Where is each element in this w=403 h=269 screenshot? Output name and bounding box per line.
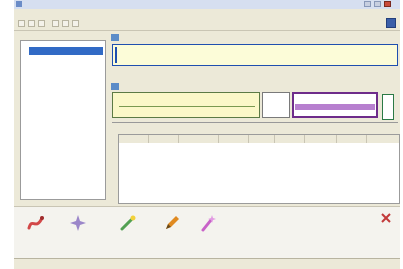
action-sparkle-button[interactable]	[60, 211, 96, 255]
panel-1-content[interactable]	[112, 44, 398, 66]
action-magic-button[interactable]	[190, 211, 226, 255]
table-row[interactable]	[119, 165, 399, 173]
table-cell	[121, 155, 149, 163]
table-row[interactable]	[119, 155, 399, 163]
toolbar-button[interactable]	[18, 20, 25, 27]
table-cell	[369, 155, 399, 163]
panel-marker	[115, 47, 117, 63]
status-bar	[14, 258, 400, 269]
panel-2-content	[112, 92, 398, 122]
table-cell	[121, 165, 149, 173]
panel-header-1	[108, 33, 396, 43]
selection-fill	[295, 104, 375, 110]
table-cell	[181, 165, 219, 173]
toolbar-button[interactable]	[38, 20, 45, 27]
magic-icon	[201, 215, 216, 232]
toolbar-button[interactable]	[62, 20, 69, 27]
table-cell	[221, 155, 249, 163]
table-cell	[251, 165, 275, 173]
maximize-button[interactable]	[374, 1, 381, 7]
pencil-icon	[166, 216, 179, 229]
panel-icon	[111, 83, 119, 90]
menu-bar	[14, 9, 400, 18]
close-icon[interactable]	[380, 212, 392, 224]
action-wand-button[interactable]	[110, 211, 146, 255]
column-header[interactable]	[275, 135, 305, 143]
table-row[interactable]	[119, 145, 399, 153]
column-header[interactable]	[219, 135, 249, 143]
table-cell	[251, 145, 275, 153]
sparkle-icon	[70, 215, 86, 231]
action-snake-button[interactable]	[18, 211, 54, 255]
toolbar-button[interactable]	[72, 20, 79, 27]
table-cell	[121, 145, 149, 153]
toolbar	[14, 18, 400, 31]
gap-region[interactable]	[262, 92, 290, 118]
tree-item[interactable]	[29, 47, 103, 55]
action-pencil-button[interactable]	[154, 211, 190, 255]
table-cell	[369, 145, 399, 153]
panel-header-2	[108, 82, 396, 92]
table-cell	[277, 145, 305, 153]
toolbar-button[interactable]	[52, 20, 59, 27]
column-header[interactable]	[305, 135, 337, 143]
table-cell	[151, 145, 179, 153]
table-cell	[151, 165, 179, 173]
close-button[interactable]	[384, 1, 391, 7]
column-header[interactable]	[179, 135, 219, 143]
table-cell	[307, 165, 337, 173]
track-region[interactable]	[112, 92, 260, 118]
column-header[interactable]	[149, 135, 179, 143]
table-cell	[307, 155, 337, 163]
column-header[interactable]	[119, 135, 149, 143]
minimize-button[interactable]	[364, 1, 371, 7]
table-cell	[339, 155, 367, 163]
table-cell	[251, 155, 275, 163]
table-cell	[221, 145, 249, 153]
column-header[interactable]	[367, 135, 399, 143]
data-table	[118, 134, 400, 204]
table-cell	[277, 165, 305, 173]
table-cell	[277, 155, 305, 163]
table-cell	[221, 165, 249, 173]
selected-region[interactable]	[292, 92, 378, 118]
table-cell	[307, 145, 337, 153]
help-button[interactable]	[386, 18, 396, 28]
table-cell	[339, 165, 367, 173]
navigation-tree[interactable]	[20, 40, 106, 200]
action-bar	[14, 206, 400, 259]
track-line	[119, 106, 255, 107]
toolbar-button[interactable]	[28, 20, 35, 27]
app-window	[14, 0, 400, 269]
panel-icon	[111, 34, 119, 41]
table-cell	[369, 165, 399, 173]
title-bar	[14, 0, 400, 9]
app-icon	[16, 1, 22, 7]
scroll-handle[interactable]	[382, 94, 394, 120]
table-cell	[181, 155, 219, 163]
table-cell	[339, 145, 367, 153]
timeline-ruler	[112, 122, 398, 131]
column-header[interactable]	[337, 135, 367, 143]
wand-icon	[120, 215, 136, 231]
table-cell	[151, 155, 179, 163]
snake-icon	[27, 216, 44, 230]
column-header[interactable]	[249, 135, 275, 143]
table-cell	[181, 145, 219, 153]
